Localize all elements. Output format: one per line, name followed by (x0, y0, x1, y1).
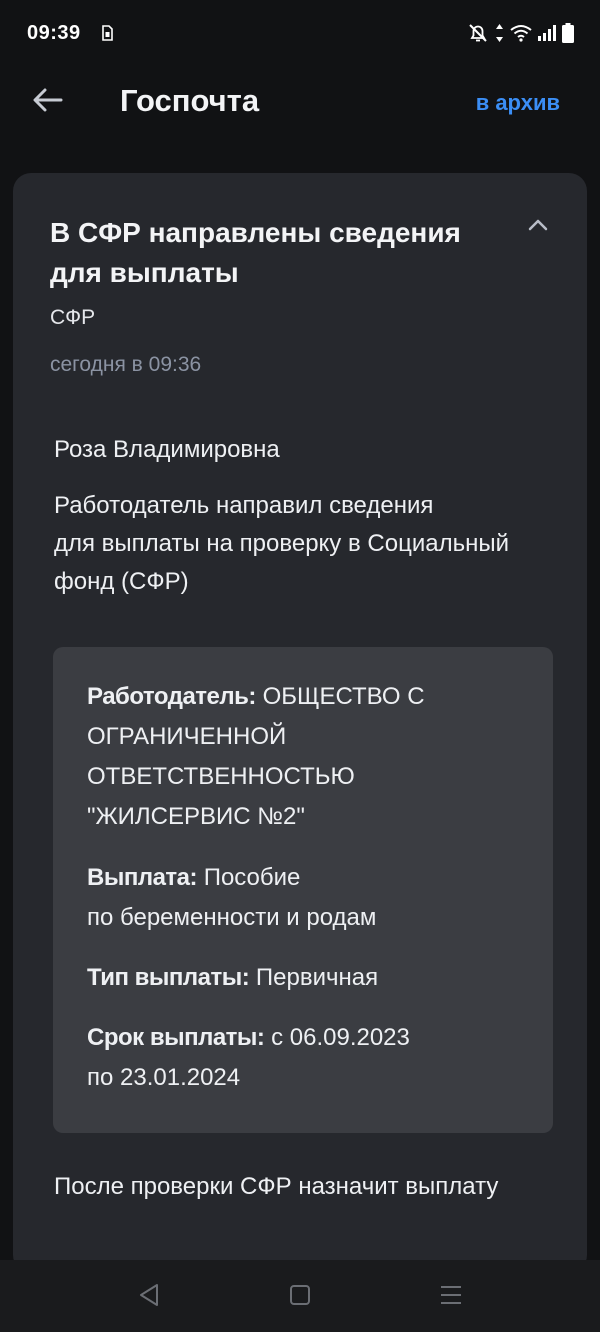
status-icons (467, 22, 574, 49)
payment-period-start: с 06.09.2023 (271, 1024, 410, 1051)
payment-value: Пособие (203, 864, 301, 891)
payment-label: Выплата: (87, 864, 198, 891)
chevron-up-icon (528, 218, 548, 236)
mute-icon (467, 22, 489, 49)
nav-home-button[interactable] (285, 1284, 315, 1310)
archive-button[interactable]: в архив (476, 90, 560, 116)
payment-period-end: по 23.01.2024 (87, 1064, 241, 1091)
employer-field: Работодатель: ОБЩЕСТВО С ОГРАНИЧЕННОЙ ОТ… (87, 677, 507, 837)
nav-recents-icon (439, 1284, 463, 1311)
message-sender: СФР (50, 306, 96, 329)
payment-type-field: Тип выплаты: Первичная (87, 958, 507, 998)
payment-details-box: Работодатель: ОБЩЕСТВО С ОГРАНИЧЕННОЙ ОТ… (53, 647, 553, 1133)
payment-type-label: Тип выплаты: (87, 964, 250, 991)
payment-value-cont: по беременности и родам (87, 904, 377, 931)
back-button[interactable] (28, 84, 68, 120)
greeting: Роза Владимировна (54, 436, 280, 463)
message-title: В СФР направлены сведения для выплаты (50, 217, 461, 288)
message-date: сегодня в 09:36 (50, 353, 202, 376)
message-body-line: для выплаты на проверку в Социальный (54, 530, 509, 557)
message-body-line: фонд (СФР) (54, 568, 189, 595)
message-body: Работодатель направил сведения для выпла… (54, 487, 574, 601)
payment-period-label: Срок выплаты: (87, 1024, 265, 1051)
message-card: В СФР направлены сведения для выплаты СФ… (13, 173, 587, 1273)
top-app-bar: Госпочта в архив (0, 68, 600, 138)
signal-icon (538, 25, 556, 46)
employer-label: Работодатель: (87, 683, 256, 710)
nav-back-icon (138, 1283, 160, 1312)
status-bar: 09:39 (0, 0, 600, 68)
data-arrows-icon (495, 23, 504, 48)
payment-period-field: Срок выплаты: с 06.09.2023 по 23.01.2024 (87, 1018, 507, 1098)
battery-icon (562, 23, 574, 48)
status-time: 09:39 (27, 22, 81, 44)
back-arrow-icon (33, 88, 63, 117)
nav-recents-button[interactable] (436, 1284, 466, 1310)
nav-back-button[interactable] (134, 1283, 164, 1312)
wifi-icon (510, 24, 532, 47)
page-title: Госпочта (120, 83, 260, 118)
message-body-line: Работодатель направил сведения (54, 492, 434, 519)
payment-type-value: Первичная (255, 964, 379, 991)
system-nav-bar (0, 1260, 600, 1332)
payment-field: Выплата: Пособие по беременности и родам (87, 858, 507, 938)
sim-card-icon (102, 25, 113, 46)
message-footer: После проверки СФР назначит выплату (54, 1173, 499, 1200)
collapse-button[interactable] (523, 213, 553, 241)
nav-home-icon (289, 1284, 311, 1311)
